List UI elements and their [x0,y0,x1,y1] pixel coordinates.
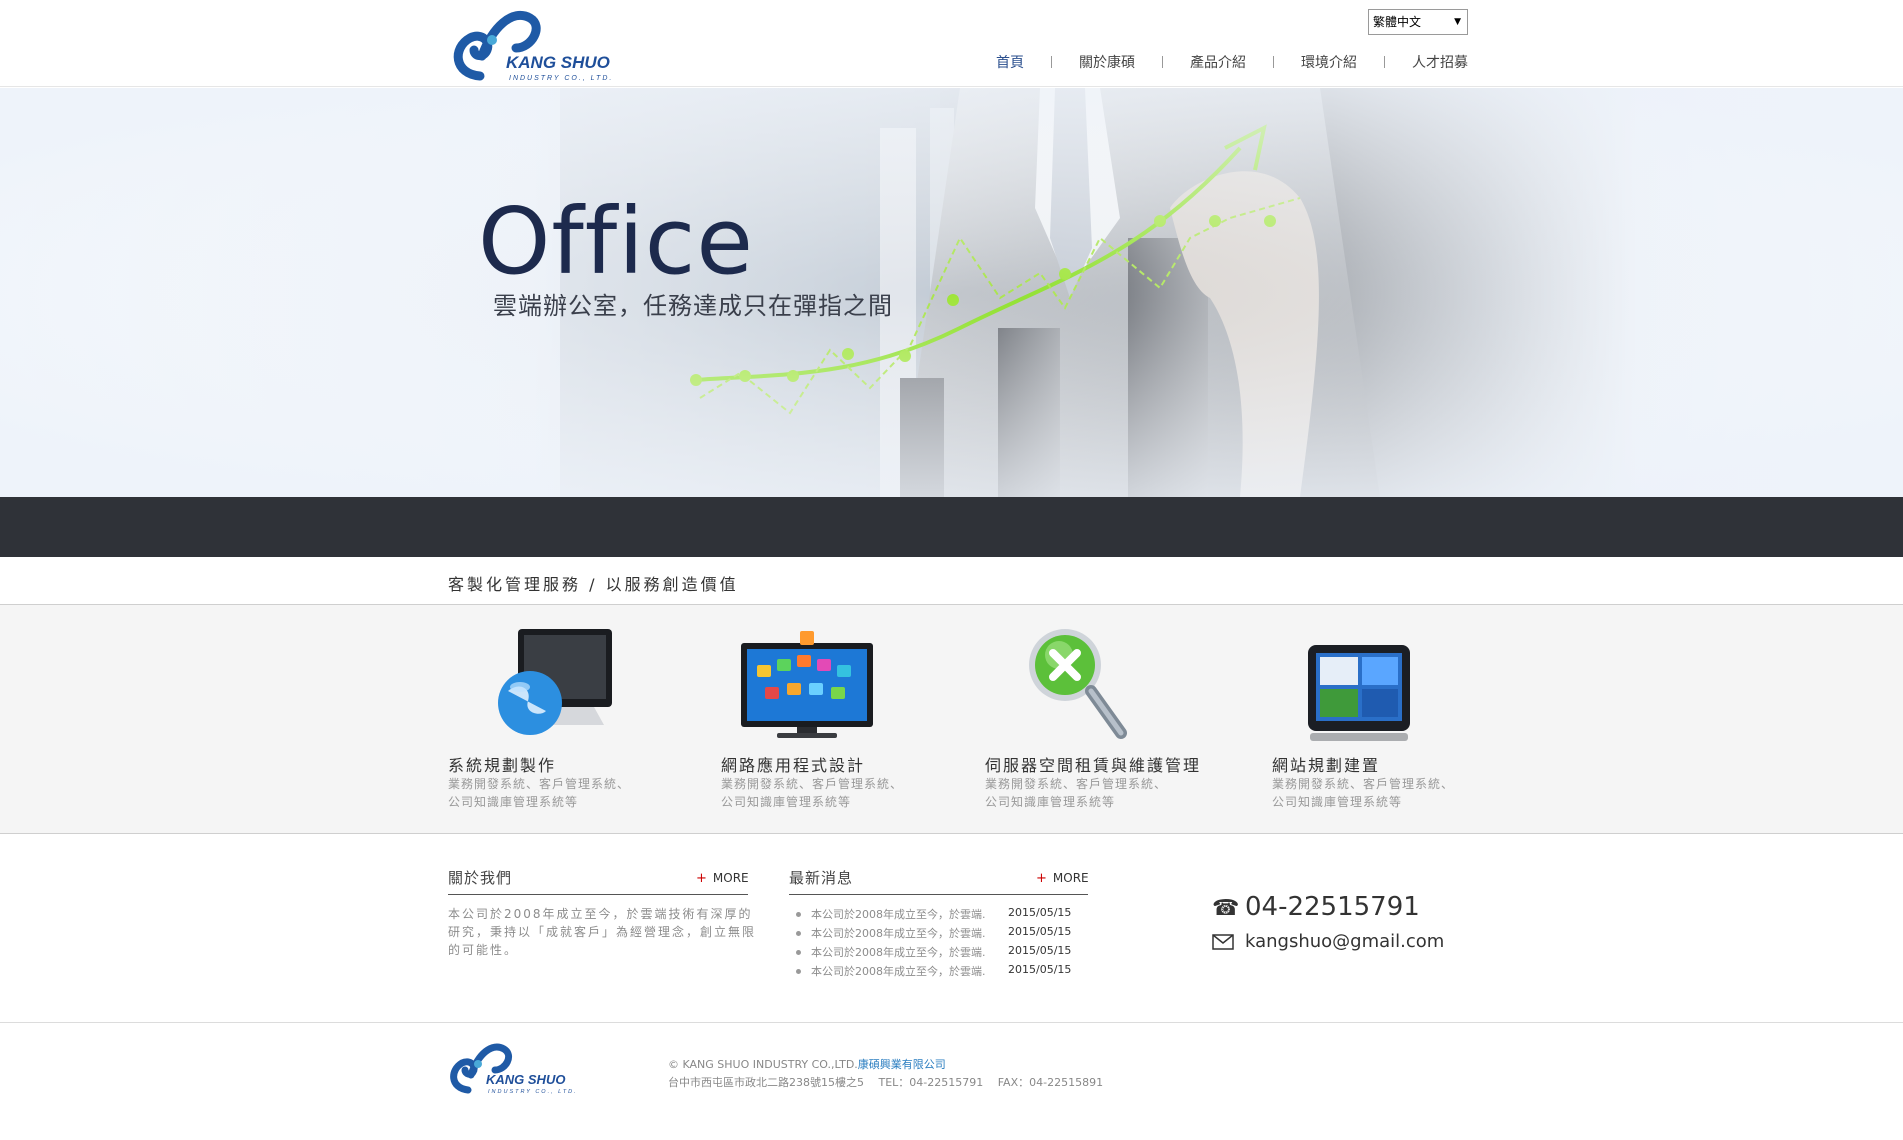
tv-apps-icon [741,631,873,738]
news-list: 本公司於2008年成立至今，於雲端. 2015/05/15 本公司於2008年成立… [795,906,1095,982]
service-title: 系統規劃製作 [448,756,557,775]
email-address[interactable]: kangshuo@gmail.com [1245,931,1444,952]
service-desc-line: 業務開發系統、客戶管理系統、 [1272,777,1455,791]
magnifier-icon [1029,629,1127,739]
news-more-link[interactable]: + MORE [1036,871,1089,886]
news-date: 2015/05/15 [1008,944,1072,957]
hero-subtitle: 雲端辦公室，任務達成只在彈指之間 [493,292,893,320]
hero-banner: Office 雲端辦公室，任務達成只在彈指之間 [0,88,1903,497]
tablet-icon [1308,645,1410,741]
nav-item-about[interactable]: 關於康碩 [1079,52,1135,72]
logo-swirl-icon: KANG SHUO INDUSTRY CO., LTD. [453,11,613,82]
nav-item-careers[interactable]: 人才招募 [1412,52,1468,72]
mail-icon [1212,934,1234,955]
service-desc: 業務開發系統、客戶管理系統、 公司知識庫管理系統等 [1272,775,1454,811]
news-underline [789,894,1088,895]
service-desc: 業務開發系統、客戶管理系統、 公司知識庫管理系統等 [985,775,1167,811]
news-title: 本公司於2008年成立至今，於雲端. [811,946,986,959]
about-heading: 關於我們 [448,869,513,887]
about-more-link[interactable]: + MORE [696,871,749,886]
hero-illustration [0,88,1903,497]
news-date: 2015/05/15 [1008,963,1072,976]
service-desc: 業務開發系統、客戶管理系統、 公司知識庫管理系統等 [721,775,903,811]
plus-icon: + [696,871,707,886]
logo-swirl-icon: KANG SHUO INDUSTRY CO., LTD. [450,1043,578,1095]
news-heading: 最新消息 [789,869,854,887]
nav-item-home[interactable]: 首頁 [996,52,1024,72]
news-item[interactable]: 本公司於2008年成立至今，於雲端. 2015/05/15 [795,944,1095,963]
site-header: KANG SHUO INDUSTRY CO., LTD. 繁體中文 ▼ 首頁 關… [0,0,1903,87]
dark-band [0,497,1903,557]
plus-icon: + [1036,871,1047,886]
company-logo[interactable]: KANG SHUO INDUSTRY CO., LTD. [452,8,632,84]
service-desc-line: 公司知識庫管理系統等 [721,795,852,809]
nav-divider [1273,56,1274,68]
news-item[interactable]: 本公司於2008年成立至今，於雲端. 2015/05/15 [795,963,1095,982]
main-nav: 首頁 關於康碩 產品介紹 環境介紹 人才招募 [996,52,1468,72]
bullet-icon [796,912,801,917]
news-item[interactable]: 本公司於2008年成立至今，於雲端. 2015/05/15 [795,925,1095,944]
hero-title: Office [478,188,754,295]
footer-copyright-row: © KANG SHUO INDUSTRY CO.,LTD.康碩興業有限公司 [668,1056,1103,1074]
language-select[interactable]: 繁體中文 ▼ [1368,9,1468,35]
service-title: 網站規劃建置 [1272,756,1381,775]
service-desc-line: 業務開發系統、客戶管理系統、 [721,777,904,791]
logo-text: KANG SHUO [486,1072,565,1087]
logo-subtext: INDUSTRY CO., LTD. [488,1089,578,1095]
service-desc-line: 公司知識庫管理系統等 [1272,795,1403,809]
nav-item-products[interactable]: 產品介紹 [1190,52,1246,72]
service-title: 伺服器空間租賃與維護管理 [985,756,1202,775]
service-title: 網路應用程式設計 [721,756,866,775]
copyright: © KANG SHUO INDUSTRY CO.,LTD. [668,1058,858,1071]
more-label: MORE [712,871,749,885]
language-value: 繁體中文 [1373,15,1422,29]
news-title: 本公司於2008年成立至今，於雲端. [811,908,986,921]
phone-number: 04-22515791 [1245,892,1420,922]
bullet-icon [796,931,801,936]
footer-text: © KANG SHUO INDUSTRY CO.,LTD.康碩興業有限公司 台中… [668,1056,1103,1092]
footer-logo[interactable]: KANG SHUO INDUSTRY CO., LTD. [450,1040,580,1100]
company-name: 康碩興業有限公司 [857,1058,946,1071]
logo-subtext: INDUSTRY CO., LTD. [509,75,613,82]
news-item[interactable]: 本公司於2008年成立至今，於雲端. 2015/05/15 [795,906,1095,925]
service-desc-line: 公司知識庫管理系統等 [985,795,1116,809]
footer-divider [0,1022,1903,1023]
services-section: 系統規劃製作 業務開發系統、客戶管理系統、 公司知識庫管理系統等 網路應用程式設… [0,605,1903,834]
service-desc: 業務開發系統、客戶管理系統、 公司知識庫管理系統等 [448,775,630,811]
phone-icon: ☎ [1212,896,1240,921]
bullet-icon [796,950,801,955]
footer-address: 台中市西屯區市政北二路238號15樓之5 TEL：04-22515791 FAX… [668,1076,1104,1089]
more-label: MORE [1052,871,1089,885]
monitor-globe-icon [498,629,612,735]
news-title: 本公司於2008年成立至今，於雲端. [811,965,986,978]
nav-divider [1051,56,1052,68]
news-date: 2015/05/15 [1008,925,1072,938]
service-desc-line: 業務開發系統、客戶管理系統、 [448,777,631,791]
nav-divider [1162,56,1163,68]
about-text: 本公司於2008年成立至今，於雲端技術有深厚的研究，秉持以「成就客戶」為經營理念… [448,907,757,957]
nav-divider [1384,56,1385,68]
about-underline [448,894,748,895]
news-title: 本公司於2008年成立至今，於雲端. [811,927,986,940]
service-desc-line: 業務開發系統、客戶管理系統、 [985,777,1168,791]
dropdown-arrow-icon: ▼ [1454,17,1461,27]
nav-item-environment[interactable]: 環境介紹 [1301,52,1357,72]
news-date: 2015/05/15 [1008,906,1072,919]
logo-text: KANG SHUO [506,53,610,72]
bullet-icon [796,969,801,974]
slogan: 客製化管理服務 / 以服務創造價值 [448,575,739,594]
service-desc-line: 公司知識庫管理系統等 [448,795,579,809]
